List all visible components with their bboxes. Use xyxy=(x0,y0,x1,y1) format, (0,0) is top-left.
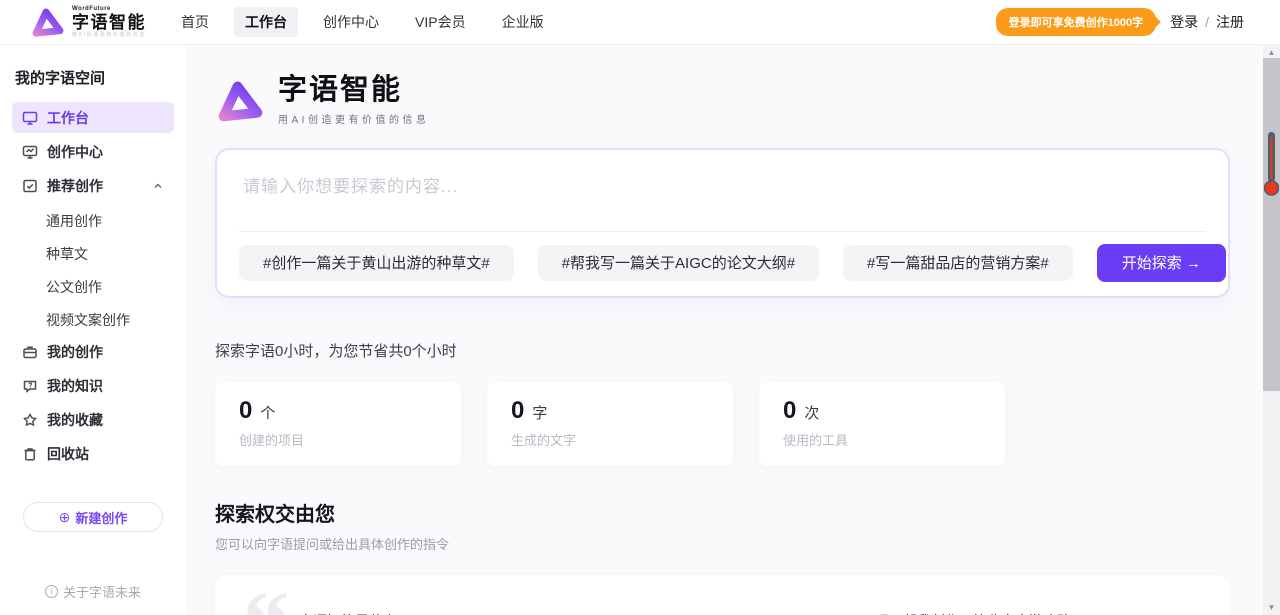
sidebar-item-label: 创作中心 xyxy=(47,142,103,162)
search-input[interactable] xyxy=(217,150,1228,231)
search-panel: #创作一篇关于黄山出游的种草文# #帮我写一篇关于AIGC的论文大纲# #写一篇… xyxy=(215,148,1230,298)
suggestion-chip-aigc[interactable]: #帮我写一篇关于AIGC的论文大纲# xyxy=(538,245,819,281)
nav-item-enterprise[interactable]: 企业版 xyxy=(491,7,555,37)
about-link[interactable]: i 关于字语未来 xyxy=(12,582,174,601)
stats-heading: 探索字语0小时，为您节省共0个小时 xyxy=(215,340,1230,361)
stat-label: 使用的工具 xyxy=(783,430,981,449)
sidebar-item-label: 推荐创作 xyxy=(47,176,103,196)
sidebar-subitem-general[interactable]: 通用创作 xyxy=(12,204,174,237)
new-creation-button[interactable]: ⊕ 新建创作 xyxy=(23,502,163,532)
sidebar-item-label: 回收站 xyxy=(47,444,89,464)
nav-item-home[interactable]: 首页 xyxy=(170,7,220,37)
stat-value: 0 xyxy=(511,397,524,425)
hero-triangle-icon xyxy=(213,76,265,126)
example-prompts-card: “ 字语智能是什么? 嘿，帮我创作一篇北京出游攻略 xyxy=(215,575,1230,615)
brand-wordfuture-label: WordFuture xyxy=(72,6,146,12)
stat-value: 0 xyxy=(239,397,252,425)
brand-name: 字语智能 xyxy=(72,14,146,31)
brand-tiny-slogan: 用AI创造更有价值的信息 xyxy=(72,33,146,38)
sidebar: 我的字语空间 工作台 创作中心 推荐创作 通用创作 种草文 公文创作 视频文案创… xyxy=(0,45,186,615)
board-check-icon xyxy=(22,178,38,194)
main-nav: 首页 工作台 创作中心 VIP会员 企业版 xyxy=(170,7,555,37)
scrollbar-up-arrow[interactable]: ▲ xyxy=(1263,45,1280,59)
start-explore-button[interactable]: 开始探索 → xyxy=(1097,244,1226,282)
trash-icon xyxy=(22,446,38,462)
login-promo-badge[interactable]: 登录即可享免费创作1000字 xyxy=(996,8,1156,36)
stat-unit: 个 xyxy=(260,402,275,423)
stat-card-projects: 0 个 创建的项目 xyxy=(215,382,461,466)
svg-text:?: ? xyxy=(28,382,32,389)
sidebar-subitem-seeding[interactable]: 种草文 xyxy=(12,237,174,270)
hero-brand: 字语智能 用AI创造更有价值的信息 xyxy=(215,75,1230,126)
suggestion-chip-huangshan[interactable]: #创作一篇关于黄山出游的种草文# xyxy=(239,245,514,281)
sidebar-item-recommended[interactable]: 推荐创作 xyxy=(12,170,174,201)
nav-item-vip[interactable]: VIP会员 xyxy=(404,7,477,37)
auth-separator: / xyxy=(1205,14,1209,30)
example-prompt-left[interactable]: 字语智能是什么? xyxy=(299,611,405,615)
main-content: 字语智能 用AI创造更有价值的信息 #创作一篇关于黄山出游的种草文# #帮我写一… xyxy=(186,45,1280,615)
stat-card-tools: 0 次 使用的工具 xyxy=(759,382,1005,466)
quote-icon: “ xyxy=(243,577,289,615)
star-icon xyxy=(22,412,38,428)
thermometer-extension-icon[interactable] xyxy=(1264,131,1279,197)
example-prompt-right[interactable]: 嘿，帮我创作一篇北京出游攻略 xyxy=(875,611,1071,615)
stat-unit: 字 xyxy=(532,402,547,423)
login-link[interactable]: 登录 xyxy=(1170,12,1198,32)
chat-question-icon: ? xyxy=(22,378,38,394)
scrollbar-thumb[interactable] xyxy=(1263,58,1280,391)
sidebar-item-label: 我的收藏 xyxy=(47,410,103,430)
sidebar-item-my-creations[interactable]: 我的创作 xyxy=(12,336,174,367)
sidebar-item-recycle-bin[interactable]: 回收站 xyxy=(12,438,174,469)
nav-item-workbench[interactable]: 工作台 xyxy=(234,7,298,37)
sidebar-item-creation-center[interactable]: 创作中心 xyxy=(12,136,174,167)
monitor-chart-icon xyxy=(22,144,38,160)
stat-label: 生成的文字 xyxy=(511,430,709,449)
monitor-icon xyxy=(22,110,38,126)
stats-row: 0 个 创建的项目 0 字 生成的文字 0 次 xyxy=(215,382,1230,466)
app-window: WordFuture 字语智能 用AI创造更有价值的信息 首页 工作台 创作中心… xyxy=(0,0,1280,615)
stat-label: 创建的项目 xyxy=(239,430,437,449)
suggestion-chips-row: #创作一篇关于黄山出游的种草文# #帮我写一篇关于AIGC的论文大纲# #写一篇… xyxy=(239,231,1206,296)
briefcase-icon xyxy=(22,344,38,360)
plus-circle-icon: ⊕ xyxy=(59,509,71,526)
stat-unit: 次 xyxy=(804,402,819,423)
hero-tagline: 用AI创造更有价值的信息 xyxy=(278,111,429,126)
scrollbar-down-arrow[interactable]: ▼ xyxy=(1263,600,1280,614)
nav-item-creation-center[interactable]: 创作中心 xyxy=(312,7,390,37)
sidebar-subitem-official[interactable]: 公文创作 xyxy=(12,270,174,303)
chevron-up-icon xyxy=(152,180,164,192)
explore-section-subtitle: 您可以向字语提问或给出具体创作的指令 xyxy=(215,534,1230,553)
stat-card-words: 0 字 生成的文字 xyxy=(487,382,733,466)
sidebar-item-label: 我的知识 xyxy=(47,376,103,396)
stat-value: 0 xyxy=(783,397,796,425)
sidebar-item-workbench[interactable]: 工作台 xyxy=(12,102,174,133)
sidebar-item-my-knowledge[interactable]: ? 我的知识 xyxy=(12,370,174,401)
suggestion-chip-dessert[interactable]: #写一篇甜品店的营销方案# xyxy=(843,245,1073,281)
brand-logo[interactable]: WordFuture 字语智能 用AI创造更有价值的信息 xyxy=(30,6,146,38)
register-link[interactable]: 注册 xyxy=(1216,12,1244,32)
explore-section-title: 探索权交由您 xyxy=(215,498,1230,527)
hero-brand-name: 字语智能 xyxy=(278,75,429,107)
info-icon: i xyxy=(45,585,58,598)
page-scrollbar[interactable]: ▲ ▼ xyxy=(1263,45,1280,615)
top-header: WordFuture 字语智能 用AI创造更有价值的信息 首页 工作台 创作中心… xyxy=(0,0,1280,45)
sidebar-item-label: 我的创作 xyxy=(47,342,103,362)
sidebar-title: 我的字语空间 xyxy=(12,67,174,88)
auth-links: 登录 / 注册 xyxy=(1170,12,1244,32)
sidebar-subitem-video-copy[interactable]: 视频文案创作 xyxy=(12,303,174,336)
sidebar-item-my-favorites[interactable]: 我的收藏 xyxy=(12,404,174,435)
sidebar-item-label: 工作台 xyxy=(47,108,89,128)
brand-triangle-icon xyxy=(28,4,65,39)
